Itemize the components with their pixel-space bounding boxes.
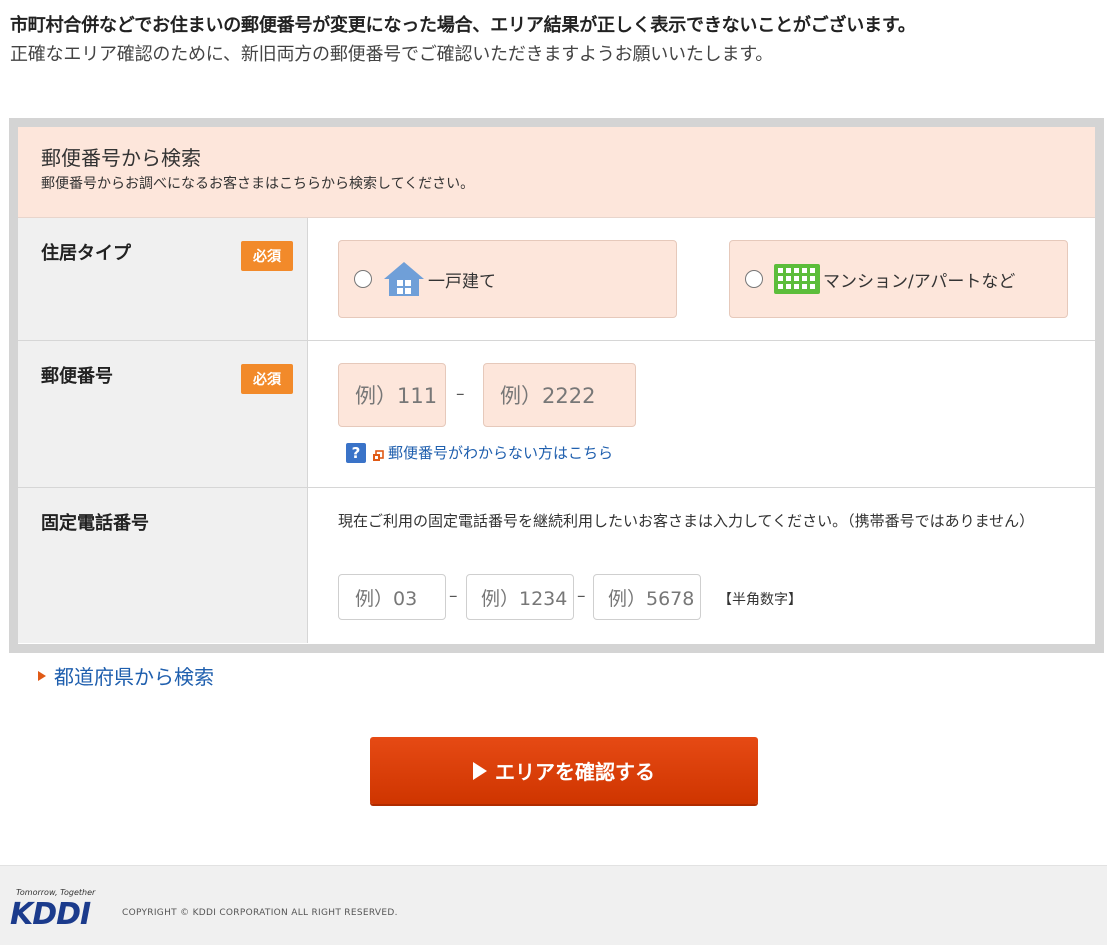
prefecture-search-link[interactable]: 都道府県から検索: [38, 661, 214, 690]
residence-options: 一戸建て マンション/アパートなど: [308, 218, 1095, 340]
phone-dash: –: [449, 586, 458, 606]
phone-label: 固定電話番号: [41, 513, 149, 534]
panel-title: 郵便番号から検索: [41, 146, 201, 170]
house-icon: [382, 260, 426, 298]
logo-tagline: Tomorrow, Together: [16, 888, 96, 897]
residence-label: 住居タイプ: [41, 243, 131, 264]
postal-inputs: 例）111 – 例）2222 ? 郵便番号がわからない方はこちら: [308, 341, 1095, 487]
row-phone-number: 固定電話番号 現在ご利用の固定電話番号を継続利用したいお客さまは入力してください…: [18, 488, 1095, 643]
search-frame: 郵便番号から検索 郵便番号からお調べになるお客さまはこちらから検索してください。…: [9, 118, 1104, 653]
postal-code-first-input[interactable]: 例）111: [338, 363, 446, 427]
copyright: COPYRIGHT © KDDI CORPORATION ALL RIGHT R…: [122, 908, 398, 918]
notice: 市町村合併などでお住まいの郵便番号が変更になった場合、エリア結果が正しく表示でき…: [10, 14, 1100, 68]
question-icon: ?: [346, 442, 366, 463]
postal-code-second-input[interactable]: 例）2222: [483, 363, 636, 427]
triangle-right-icon: [38, 670, 46, 681]
panel-header: 郵便番号から検索 郵便番号からお調べになるお客さまはこちらから検索してください。: [18, 127, 1095, 218]
postal-help[interactable]: ? 郵便番号がわからない方はこちら: [346, 442, 613, 463]
logo-text: KDDI: [10, 897, 91, 932]
option-house[interactable]: 一戸建て: [338, 240, 677, 318]
search-panel: 郵便番号から検索 郵便番号からお調べになるお客さまはこちらから検索してください。…: [18, 127, 1095, 644]
option-apartment[interactable]: マンション/アパートなど: [729, 240, 1068, 318]
kddi-logo: Tomorrow, Together KDDI: [10, 888, 95, 931]
option-house-label: 一戸建て: [428, 271, 496, 292]
radio-apartment[interactable]: [745, 270, 763, 288]
postal-label-cell: 郵便番号 必須: [18, 341, 308, 487]
new-window-icon: [372, 447, 384, 461]
confirm-area-label: エリアを確認する: [495, 760, 655, 784]
residence-label-cell: 住居タイプ 必須: [18, 218, 308, 340]
building-icon: [773, 263, 821, 295]
postal-dash: –: [456, 384, 465, 404]
phone-label-cell: 固定電話番号: [18, 488, 308, 643]
half-width-note: 【半角数字】: [718, 592, 802, 608]
confirm-area-button[interactable]: エリアを確認する: [370, 737, 758, 804]
required-badge: 必須: [241, 364, 293, 394]
option-apartment-label: マンション/アパートなど: [823, 271, 1016, 292]
phone-number-input[interactable]: 例）5678: [593, 574, 701, 620]
phone-exchange-input[interactable]: 例）1234: [466, 574, 574, 620]
radio-house[interactable]: [354, 270, 372, 288]
row-residence-type: 住居タイプ 必須 一戸建て マンション/アパートなど: [18, 218, 1095, 341]
row-postal-code: 郵便番号 必須 例）111 – 例）2222 ? 郵便番号がわからない方はこちら: [18, 341, 1095, 488]
play-arrow-icon: [473, 761, 487, 780]
panel-subtitle: 郵便番号からお調べになるお客さまはこちらから検索してください。: [41, 176, 475, 192]
phone-description: 現在ご利用の固定電話番号を継続利用したいお客さまは入力してください。（携帯番号で…: [338, 512, 1035, 530]
prefecture-search-label[interactable]: 都道府県から検索: [54, 661, 214, 690]
postal-help-link[interactable]: 郵便番号がわからない方はこちら: [388, 442, 613, 463]
required-badge: 必須: [241, 241, 293, 271]
notice-line-bold: 市町村合併などでお住まいの郵便番号が変更になった場合、エリア結果が正しく表示でき…: [10, 15, 916, 36]
postal-label: 郵便番号: [41, 366, 113, 387]
notice-line: 正確なエリア確認のために、新旧両方の郵便番号でご確認いただきますようお願いいたし…: [10, 44, 774, 65]
phone-dash: –: [577, 586, 586, 606]
phone-inputs: 現在ご利用の固定電話番号を継続利用したいお客さまは入力してください。（携帯番号で…: [308, 488, 1095, 643]
phone-area-code-input[interactable]: 例）03: [338, 574, 446, 620]
footer: Tomorrow, Together KDDI COPYRIGHT © KDDI…: [0, 865, 1107, 945]
